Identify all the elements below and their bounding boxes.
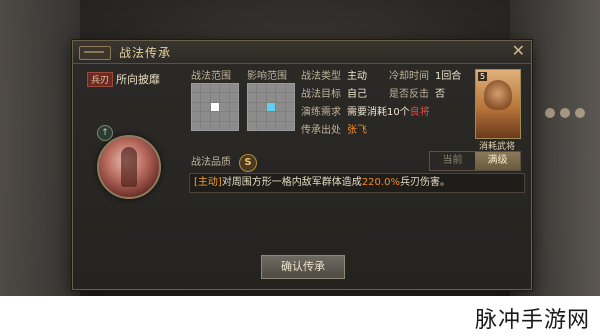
background-left xyxy=(0,0,80,336)
confirm-inherit-button[interactable]: 确认传承 xyxy=(261,255,345,279)
require-row: 演练需求 需要消耗10个良将 xyxy=(301,103,430,118)
type-label: 战法类型 xyxy=(301,71,341,82)
cooldown-value: 1回合 xyxy=(435,71,462,82)
tactic-range-label: 战法范围 xyxy=(191,71,231,82)
counter-row: 是否反击否 xyxy=(389,85,445,100)
counter-label: 是否反击 xyxy=(389,89,429,100)
tactic-name-row: 兵刃 所向披靡 xyxy=(87,71,160,87)
require-label: 演练需求 xyxy=(301,107,341,118)
require-value: 需要消耗10个 xyxy=(347,107,410,118)
tactic-summary: 兵刃 所向披靡 ↑ xyxy=(81,65,177,287)
quality-label: 战法品质 xyxy=(191,157,231,168)
title-ornament-icon xyxy=(79,46,111,60)
background-dot xyxy=(560,108,570,118)
tactic-range-grid xyxy=(191,83,239,131)
type-value: 主动 xyxy=(347,71,367,82)
target-row: 战法目标 自己 xyxy=(301,85,367,100)
source-row: 传承出处 张飞 xyxy=(301,121,367,136)
tactic-description: [主动]对周围方形一格内敌军群体造成220.0%兵刃伤害。 xyxy=(189,173,525,193)
require-highlight: 良将 xyxy=(409,107,430,118)
cooldown-row: 冷却时间 1回合 xyxy=(389,67,462,82)
tab-current[interactable]: 当前 xyxy=(430,152,475,170)
description-number: 220.0% xyxy=(361,177,400,188)
warrior-figure-icon xyxy=(121,147,137,187)
general-portrait-icon xyxy=(484,80,512,110)
counter-value: 否 xyxy=(435,89,445,100)
tab-max-level[interactable]: 满级 xyxy=(475,152,520,170)
quality-badge: S xyxy=(239,154,257,172)
effect-cell xyxy=(266,102,276,112)
tactic-name: 所向披靡 xyxy=(116,73,161,86)
dialog-title: 战法传承 xyxy=(119,46,172,60)
self-cell xyxy=(210,102,220,112)
level-toggle: 当前 满级 xyxy=(429,151,521,171)
effect-range-label: 影响范围 xyxy=(247,71,287,82)
target-value: 自己 xyxy=(347,89,367,100)
close-button[interactable]: ✕ xyxy=(512,43,525,59)
background-dot xyxy=(545,108,555,118)
type-row: 战法类型 主动 xyxy=(301,67,367,82)
effect-range-grid xyxy=(247,83,295,131)
card-star-badge: 5 xyxy=(478,72,488,81)
general-card[interactable]: 5 xyxy=(475,69,521,139)
tactic-type-badge: 兵刃 xyxy=(87,72,114,87)
background-dot xyxy=(575,108,585,118)
upgrade-arrow-icon: ↑ xyxy=(97,125,113,141)
tactic-inherit-dialog: 战法传承 ✕ 兵刃 所向披靡 ↑ 战法范围 影响范围 战法类型 主动 冷却时间 … xyxy=(72,40,532,290)
description-text-end: 兵刃伤害。 xyxy=(399,177,450,188)
source-label: 传承出处 xyxy=(301,125,341,136)
quality-row: 战法品质 S xyxy=(191,153,257,172)
source-value[interactable]: 张飞 xyxy=(347,125,367,136)
tactic-portrait xyxy=(97,135,161,199)
description-text: 对周围方形一格内敌军群体造成 xyxy=(221,177,362,188)
target-label: 战法目标 xyxy=(301,89,341,100)
cooldown-label: 冷却时间 xyxy=(389,71,429,82)
dialog-titlebar: 战法传承 ✕ xyxy=(73,41,531,64)
watermark: 脉冲手游网 xyxy=(474,308,590,333)
description-prefix: [主动] xyxy=(194,177,222,188)
